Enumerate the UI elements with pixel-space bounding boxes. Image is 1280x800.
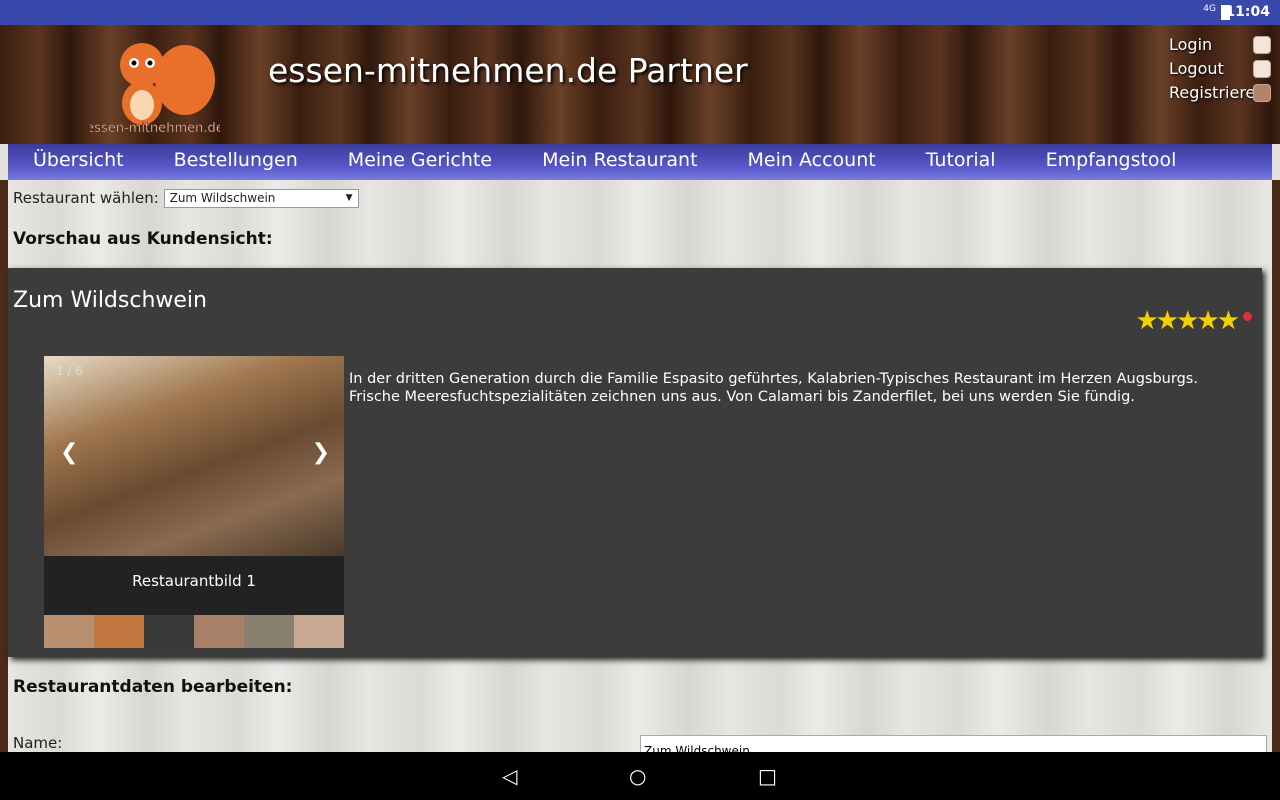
status-bar: 4G 11:04	[0, 0, 1280, 25]
thumbnail[interactable]	[194, 615, 244, 648]
home-icon[interactable]: ○	[629, 764, 646, 788]
thumbnail[interactable]	[94, 615, 144, 648]
nav-meine-gerichte[interactable]: Meine Gerichte	[348, 144, 492, 180]
edit-heading: Restaurantdaten bearbeiten:	[13, 677, 293, 697]
main-content: Restaurant wählen: Zum Wildschwein ▼ Vors…	[0, 180, 1280, 765]
nav-mein-restaurant[interactable]: Mein Restaurant	[542, 144, 697, 180]
gallery-thumbnails	[44, 615, 344, 648]
recents-icon[interactable]: □	[758, 764, 777, 788]
star-icon: ★★★★★	[1135, 306, 1240, 336]
restaurant-select[interactable]: Zum Wildschwein ▼	[163, 189, 359, 208]
nav-tutorial[interactable]: Tutorial	[926, 144, 996, 180]
chevron-left-icon[interactable]: ❮	[60, 440, 78, 465]
gallery-caption: Restaurantbild 1	[44, 556, 344, 615]
squirrel-logo[interactable]: essen-mitnehmen.de	[90, 35, 220, 135]
logout-link[interactable]: Logout	[1169, 57, 1271, 81]
name-label: Name:	[13, 734, 63, 752]
network-icon: 4G	[1203, 4, 1216, 14]
restaurant-select-label: Restaurant wählen:	[13, 189, 159, 207]
rating-stars: ★★★★★	[1135, 306, 1252, 336]
gallery-main-image[interactable]: 1 / 6 ❮ ❯	[44, 356, 344, 556]
login-link[interactable]: Login	[1169, 33, 1271, 57]
nav-bestellungen[interactable]: Bestellungen	[174, 144, 298, 180]
preview-heading: Vorschau aus Kundensicht:	[13, 229, 273, 249]
nav-uebersicht[interactable]: Übersicht	[33, 144, 124, 180]
thumbnail[interactable]	[294, 615, 344, 648]
bed-icon	[1253, 60, 1271, 78]
thumbnail[interactable]	[144, 615, 194, 648]
restaurant-preview-card: Zum Wildschwein ★★★★★ 1 / 6 ❮ ❯ Restaura…	[8, 268, 1262, 657]
chair-icon	[1253, 36, 1271, 54]
svg-text:essen-mitnehmen.de: essen-mitnehmen.de	[90, 121, 220, 135]
logout-label: Logout	[1169, 59, 1224, 78]
clock: 11:04	[1225, 4, 1270, 20]
nav-empfangstool[interactable]: Empfangstool	[1046, 144, 1177, 180]
site-title: essen-mitnehmen.de Partner	[268, 51, 748, 90]
restaurant-selector-row: Restaurant wählen: Zum Wildschwein ▼	[13, 189, 359, 208]
android-nav-bar: ◁ ○ □	[0, 752, 1280, 800]
auth-links: Login Logout Registrieren	[1169, 33, 1271, 105]
thumbnail[interactable]	[244, 615, 294, 648]
header: essen-mitnehmen.de essen-mitnehmen.de Pa…	[0, 25, 1280, 144]
rating-marker-icon	[1243, 312, 1252, 321]
chevron-right-icon[interactable]: ❯	[312, 440, 330, 465]
login-label: Login	[1169, 35, 1213, 54]
image-gallery: 1 / 6 ❮ ❯ Restaurantbild 1	[44, 356, 344, 648]
gallery-counter: 1 / 6	[56, 364, 83, 378]
restaurant-description: In der dritten Generation durch die Fami…	[349, 371, 1198, 405]
restaurant-name: Zum Wildschwein	[13, 288, 207, 313]
nav-mein-account[interactable]: Mein Account	[748, 144, 876, 180]
restaurant-select-value: Zum Wildschwein	[169, 191, 276, 205]
back-icon[interactable]: ◁	[502, 764, 517, 788]
dropdown-arrow-icon: ▼	[345, 193, 353, 203]
calendar-icon	[1253, 84, 1271, 102]
thumbnail[interactable]	[44, 615, 94, 648]
register-link[interactable]: Registrieren	[1169, 81, 1271, 105]
main-nav: Übersicht Bestellungen Meine Gerichte Me…	[8, 144, 1272, 180]
register-label: Registrieren	[1169, 83, 1266, 102]
